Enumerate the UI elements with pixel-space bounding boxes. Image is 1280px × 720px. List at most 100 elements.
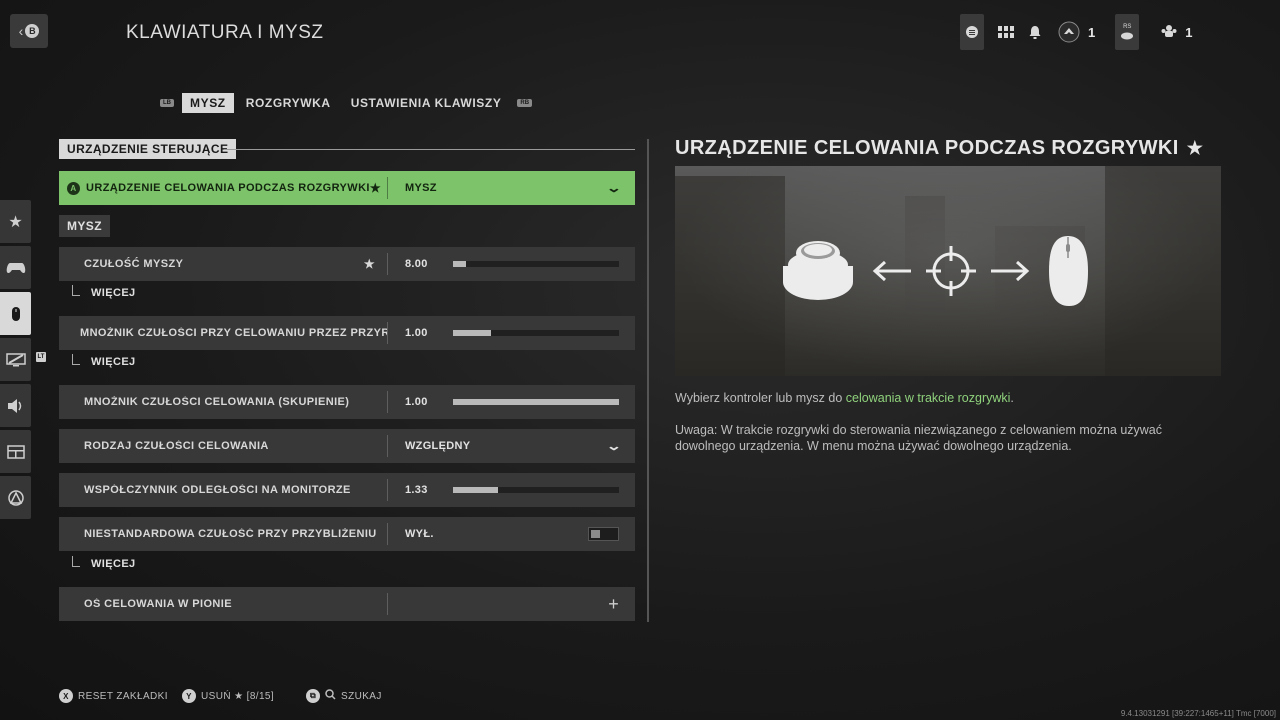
audio-category-speaker-icon[interactable] — [0, 384, 31, 427]
custom-zoom-value: WYŁ. — [405, 528, 434, 540]
detail-title: URZĄDZENIE CELOWANIA PODCZAS ROZGRYWKI ★ — [675, 137, 1203, 160]
setting-label: A URZĄDZENIE CELOWANIA PODCZAS ROZGRYWKI… — [59, 181, 387, 195]
favorites-category-star-icon[interactable]: ★ — [0, 200, 31, 243]
detail-preview-image — [675, 166, 1221, 376]
view-button-icon: ⧉ — [306, 689, 320, 703]
arrow-left-icon — [872, 260, 911, 282]
subsection-label-mouse: MYSZ — [59, 215, 110, 237]
party-count: 1 — [1185, 24, 1193, 40]
rs-profile-button[interactable]: RS — [1115, 14, 1140, 50]
remove-favorite-button[interactable]: Y USUŃ ★ [8/15] — [182, 689, 274, 703]
y-button-icon: Y — [182, 689, 196, 703]
slider-fill — [453, 261, 467, 267]
setting-vertical-aim-axis[interactable]: OŚ CELOWANIA W PIONIE + — [59, 587, 635, 621]
setting-ads-multiplier[interactable]: MNOŻNIK CZUŁOŚCI PRZY CELOWANIU PRZEZ PR… — [59, 316, 635, 350]
favorite-star-icon: ★ — [1186, 138, 1204, 158]
setting-label: MNOŻNIK CZUŁOŚCI CELOWANIA (SKUPIENIE) — [59, 396, 387, 408]
lb-bumper-icon[interactable]: LB — [160, 99, 174, 107]
more-link-sensitivity[interactable]: WIĘCEJ — [72, 285, 136, 299]
tab-keybinds[interactable]: USTAWIENIA KLAWISZY — [343, 93, 510, 113]
setting-value: 8.00 — [388, 258, 635, 270]
setting-aim-device[interactable]: A URZĄDZENIE CELOWANIA PODCZAS ROZGRYWKI… — [59, 171, 635, 205]
tab-gameplay[interactable]: ROZGRYWKA — [238, 93, 339, 113]
sensitivity-type-label: RODZAJ CZUŁOŚCI CELOWANIA — [84, 440, 269, 452]
device-diagram — [783, 236, 1088, 306]
back-button[interactable]: ‹ B — [10, 14, 48, 48]
top-right-bar: 1 RS 1 — [960, 14, 1192, 50]
setting-label: RODZAJ CZUŁOŚCI CELOWANIA — [59, 440, 387, 452]
mouse-sensitivity-slider[interactable] — [453, 261, 619, 267]
slider-fill — [453, 487, 498, 493]
x-button-icon: X — [59, 689, 73, 703]
rank-icon[interactable] — [1058, 21, 1080, 43]
toggle-knob — [591, 530, 600, 538]
section-divider — [224, 149, 635, 150]
tree-elbow — [72, 556, 80, 567]
interface-category-icon[interactable] — [0, 430, 31, 473]
currency-count: 1 — [1088, 24, 1096, 40]
rb-bumper-icon[interactable]: RB — [517, 99, 533, 107]
mouse-icon — [1049, 236, 1088, 306]
thumbstick-icon — [783, 241, 853, 300]
chevron-down-icon[interactable]: ⌄ — [606, 439, 623, 453]
setting-monitor-distance[interactable]: WSPÓŁCZYNNIK ODLEGŁOŚCI NA MONITORZE 1.3… — [59, 473, 635, 507]
more-link-zoom[interactable]: WIĘCEJ — [72, 556, 136, 570]
section-label-control-device: URZĄDZENIE STERUJĄCE — [59, 139, 237, 159]
desc-text: Wybierz kontroler lub mysz do — [675, 391, 846, 405]
chevron-down-icon[interactable]: ⌄ — [606, 181, 623, 195]
detail-title-text: URZĄDZENIE CELOWANIA PODCZAS ROZGRYWKI — [675, 137, 1179, 159]
favorite-star-icon[interactable]: ★ — [364, 257, 375, 271]
mouse-sensitivity-label: CZUŁOŚĆ MYSZY — [84, 258, 184, 270]
detail-description: Wybierz kontroler lub mysz do celowania … — [675, 390, 1195, 406]
sensitivity-type-value: WZGLĘDNY — [405, 440, 471, 452]
setting-sensitivity-type[interactable]: RODZAJ CZUŁOŚCI CELOWANIA WZGLĘDNY ⌄ — [59, 429, 635, 463]
setting-ads-focus[interactable]: MNOŻNIK CZUŁOŚCI CELOWANIA (SKUPIENIE) 1… — [59, 385, 635, 419]
setting-value: MYSZ ⌄ — [388, 181, 635, 195]
reset-tab-button[interactable]: X RESET ZAKŁADKI — [59, 689, 168, 703]
ads-multiplier-value: 1.00 — [405, 327, 428, 339]
favorite-star-icon[interactable]: ★ — [370, 181, 381, 195]
monitor-distance-slider[interactable] — [453, 487, 619, 493]
party-icon[interactable] — [1161, 24, 1177, 40]
setting-value: 1.33 — [388, 484, 635, 496]
desc-highlight: celowania w trakcie rozgrywki — [845, 391, 1011, 405]
setting-value: WZGLĘDNY ⌄ — [388, 439, 635, 453]
more-link-ads[interactable]: WIĘCEJ — [72, 354, 136, 368]
search-label: SZUKAJ — [341, 690, 382, 702]
more-label: WIĘCEJ — [91, 287, 136, 299]
reset-tab-label: RESET ZAKŁADKI — [78, 690, 168, 702]
grid-menu-icon[interactable] — [998, 26, 1014, 38]
notification-bell-icon[interactable] — [1028, 25, 1042, 39]
ads-focus-slider[interactable] — [453, 399, 619, 405]
mouse-category-icon[interactable] — [0, 292, 31, 335]
search-button[interactable]: ⧉ SZUKAJ — [306, 689, 382, 703]
aim-device-label: URZĄDZENIE CELOWANIA PODCZAS ROZGRYWKI — [86, 182, 370, 194]
profile-icon — [1121, 32, 1134, 40]
expand-plus-icon[interactable]: + — [608, 594, 619, 615]
panel-divider — [647, 139, 649, 622]
ads-multiplier-label: MNOŻNIK CZUŁOŚCI PRZY CELOWANIU PRZEZ PR… — [80, 327, 387, 339]
menu-toggle-icon[interactable] — [960, 14, 984, 50]
remove-favorite-label: USUŃ ★ [8/15] — [201, 690, 275, 702]
tree-elbow — [72, 354, 80, 365]
ads-focus-value: 1.00 — [405, 396, 428, 408]
tab-mouse[interactable]: MYSZ — [182, 93, 234, 113]
ads-multiplier-slider[interactable] — [453, 330, 619, 336]
setting-value: 1.00 — [388, 396, 635, 408]
custom-zoom-toggle[interactable] — [588, 527, 619, 541]
arrow-right-icon — [991, 260, 1030, 282]
setting-mouse-sensitivity[interactable]: CZUŁOŚĆ MYSZY ★ 8.00 — [59, 247, 635, 281]
detail-note: Uwaga: W trakcie rozgrywki do sterowania… — [675, 423, 1163, 453]
display-category-icon[interactable] — [0, 338, 31, 381]
build-version: 9.4.13031291 [39:227:1465+11] Tmc [7000] — [1120, 709, 1276, 718]
setting-custom-zoom-sensitivity[interactable]: NIESTANDARDOWA CZUŁOŚĆ PRZY PRZYBLIŻENIU… — [59, 517, 635, 551]
category-sidebar: ★ — [0, 200, 31, 522]
crosshair-icon — [926, 246, 976, 296]
ads-focus-label: MNOŻNIK CZUŁOŚCI CELOWANIA (SKUPIENIE) — [84, 396, 350, 408]
controller-category-icon[interactable] — [0, 246, 31, 289]
monitor-distance-value: 1.33 — [405, 484, 428, 496]
network-category-icon[interactable] — [0, 476, 31, 519]
setting-label: OŚ CELOWANIA W PIONIE — [59, 598, 387, 610]
aim-device-value: MYSZ — [405, 182, 437, 194]
monitor-distance-label: WSPÓŁCZYNNIK ODLEGŁOŚCI NA MONITORZE — [84, 484, 351, 496]
